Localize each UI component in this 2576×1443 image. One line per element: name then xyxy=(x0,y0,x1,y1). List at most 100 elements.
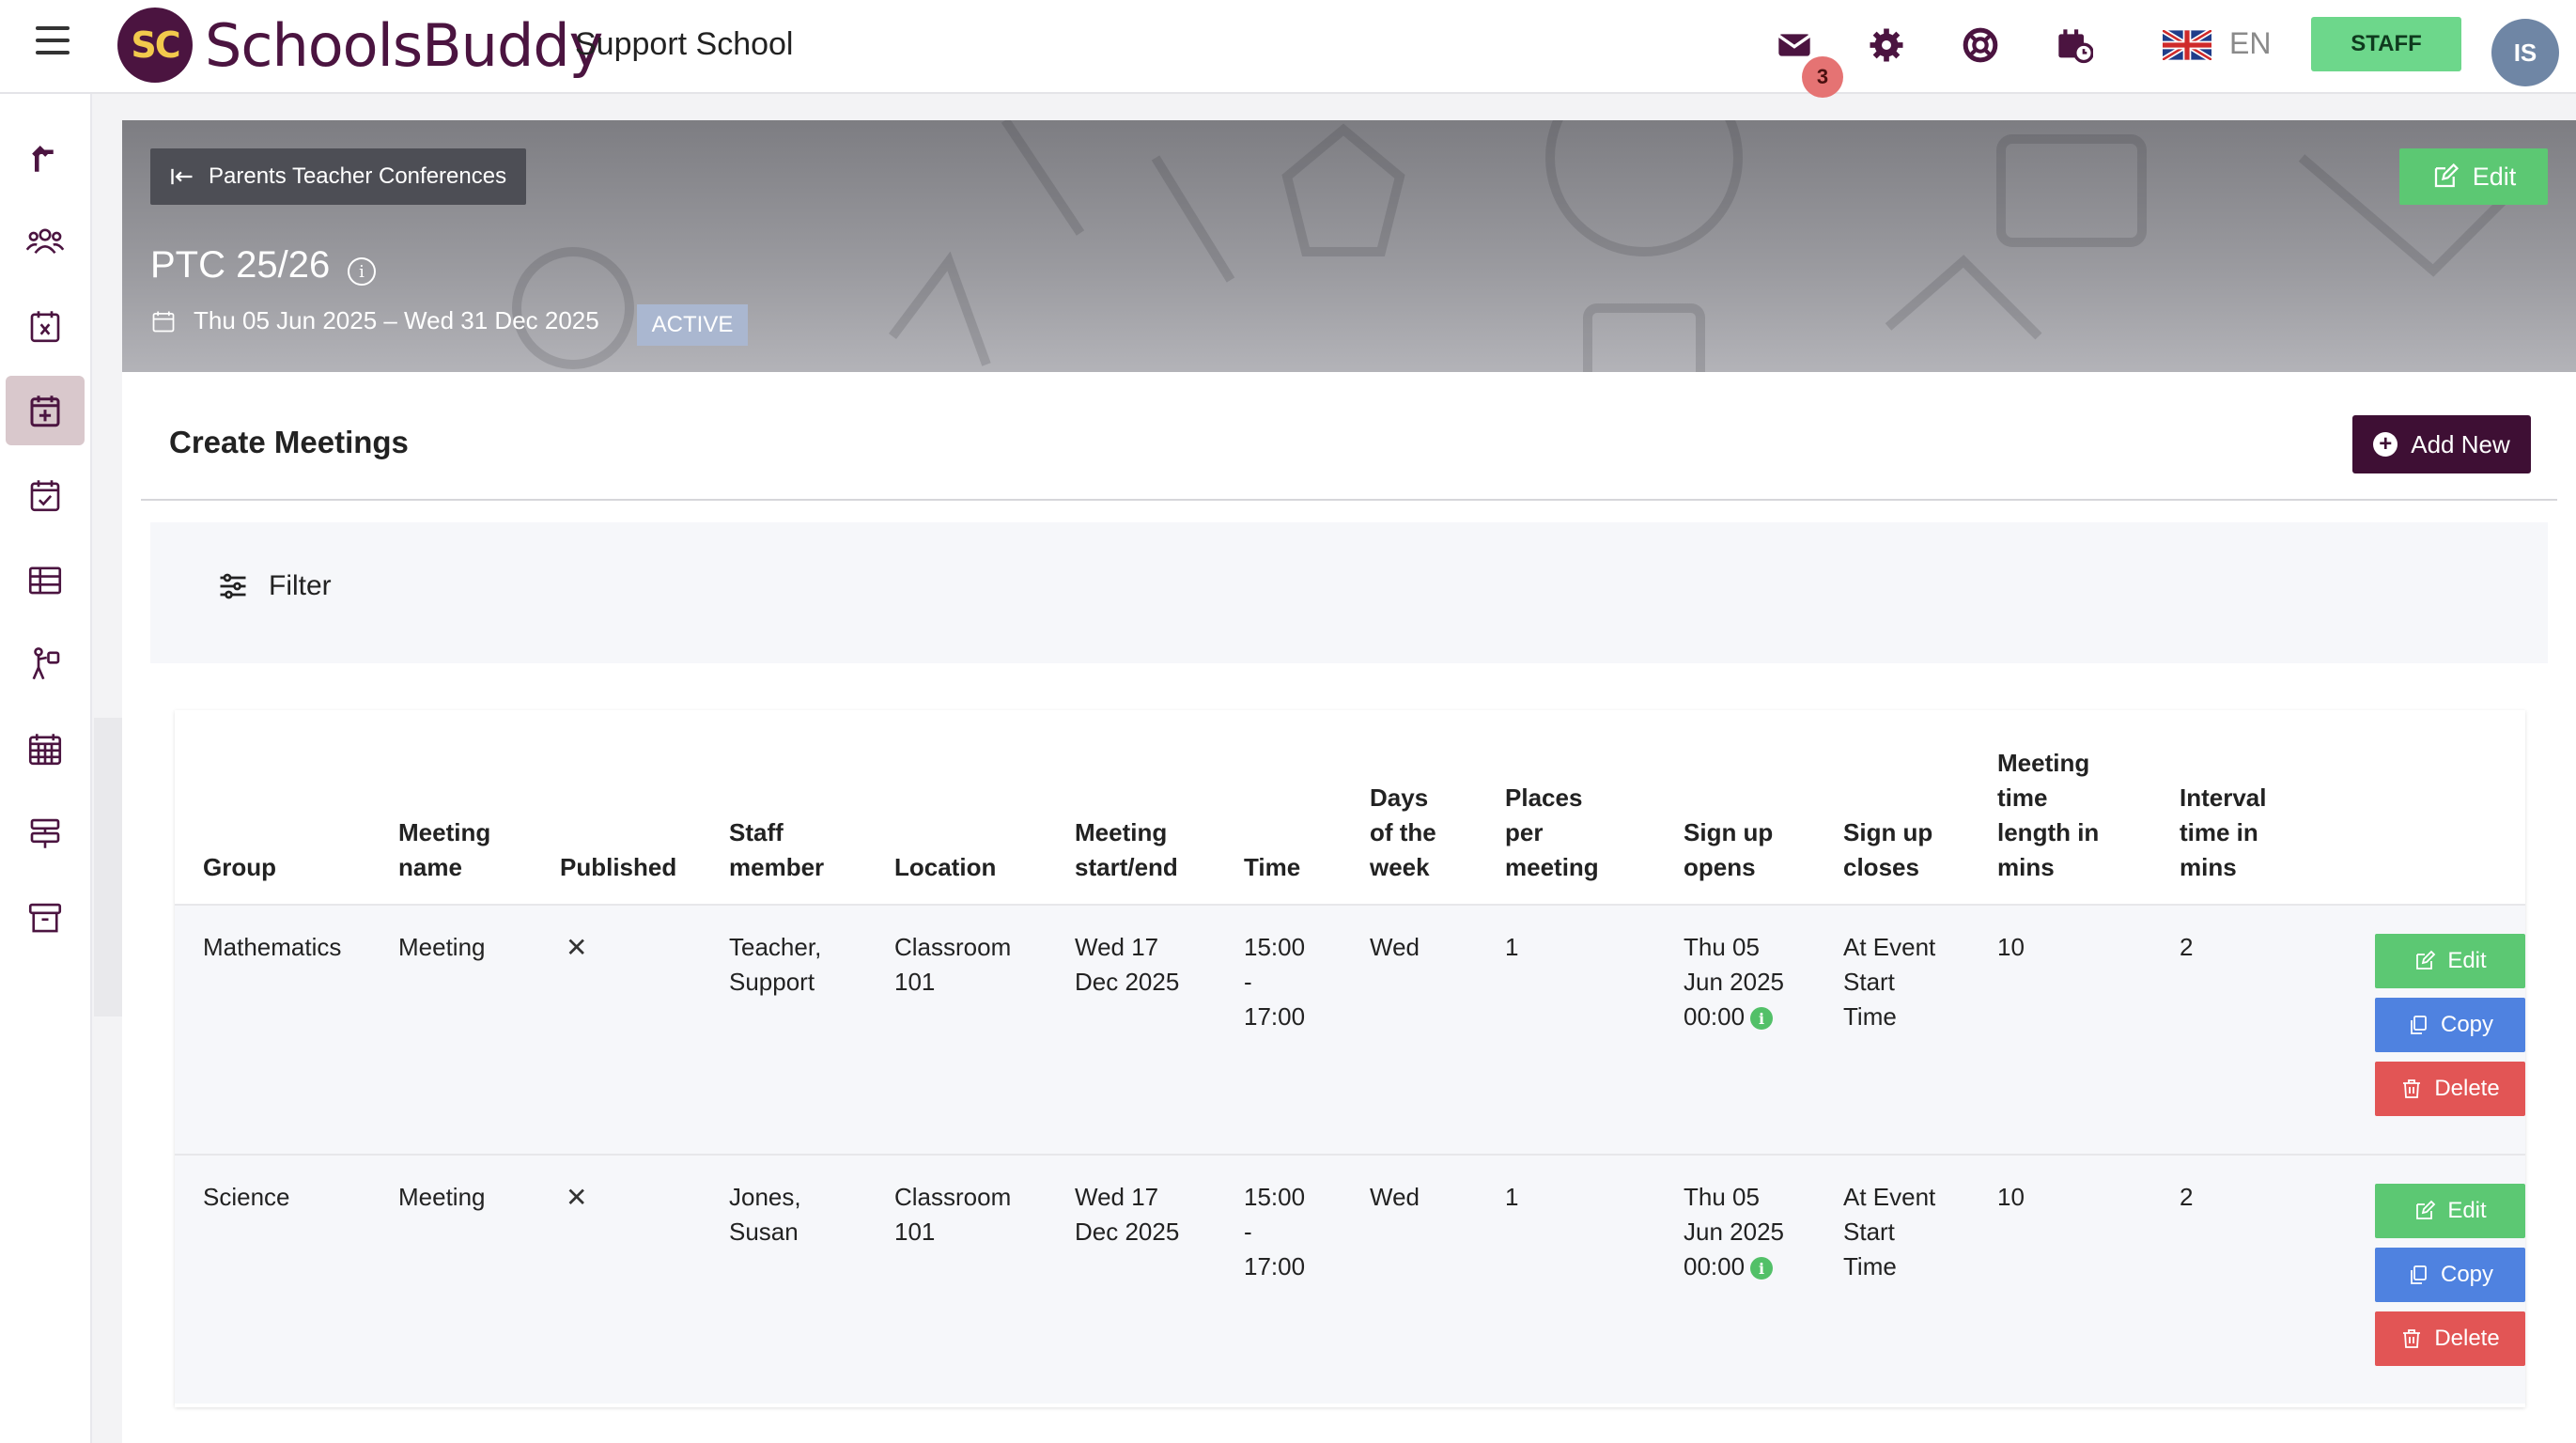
arrow-left-bar-icon xyxy=(171,168,193,185)
not-published-icon: ✕ xyxy=(566,933,588,962)
calendar-check-icon[interactable] xyxy=(6,460,85,530)
cell-days: Wed xyxy=(1370,933,1420,961)
event-dates-text: Thu 05 Jun 2025 – Wed 31 Dec 2025 xyxy=(194,306,599,334)
delete-button[interactable]: Delete xyxy=(2375,1311,2525,1366)
column-header[interactable]: Places per meeting xyxy=(1505,781,1618,885)
calendar-icon xyxy=(152,311,175,332)
table-header: Group Meeting name Published Staff membe… xyxy=(175,710,2525,906)
cell-places: 1 xyxy=(1505,933,1519,961)
delete-button[interactable]: Delete xyxy=(2375,1062,2525,1116)
cell-length: 10 xyxy=(1997,933,2025,961)
activity-icon[interactable] xyxy=(6,629,85,699)
filter-label: Filter xyxy=(269,570,332,601)
mail-count-badge: 3 xyxy=(1802,56,1843,98)
copy-button[interactable]: Copy xyxy=(2375,998,2525,1052)
edit-button[interactable]: Edit xyxy=(2375,934,2525,988)
table-icon[interactable] xyxy=(6,545,85,614)
cell-signup-closes: At Event Start Time xyxy=(1843,1183,1936,1280)
cell-meeting-date: Wed 17 Dec 2025 xyxy=(1075,933,1180,996)
export-icon[interactable] xyxy=(6,122,85,192)
copy-icon xyxy=(2411,1265,2427,1284)
school-name: Support School xyxy=(575,26,794,62)
meetings-table: Group Meeting name Published Staff membe… xyxy=(175,710,2525,1407)
sliders-icon xyxy=(220,573,246,599)
filter-button[interactable]: Filter xyxy=(216,569,332,603)
cell-meeting-name: Meeting xyxy=(398,933,486,961)
cell-interval: 2 xyxy=(2180,933,2194,961)
cell-places: 1 xyxy=(1505,1183,1519,1211)
copy-icon xyxy=(2411,1016,2427,1034)
staff-role-button[interactable]: STAFF xyxy=(2311,17,2461,71)
column-header[interactable]: Meeting start/end xyxy=(1075,815,1197,885)
cell-time: 15:00-17:00 xyxy=(1244,933,1306,1031)
cell-interval: 2 xyxy=(2180,1183,2194,1211)
table-row: Science Meeting ✕ Jones, Susan Classroom 1… xyxy=(175,1156,2525,1404)
signpost-icon[interactable] xyxy=(6,799,85,868)
cell-meeting-name: Meeting xyxy=(398,1183,486,1211)
calendar-x-icon[interactable] xyxy=(6,291,85,361)
archive-icon[interactable] xyxy=(6,883,85,953)
copy-button[interactable]: Copy xyxy=(2375,1248,2525,1302)
column-header[interactable]: Location xyxy=(894,850,1035,885)
filter-area: Filter xyxy=(150,522,2548,663)
lifebuoy-icon[interactable] xyxy=(1962,26,1999,64)
delete-label: Delete xyxy=(2434,1326,2500,1351)
column-header[interactable]: Group xyxy=(203,850,372,885)
info-icon[interactable]: i xyxy=(348,257,376,286)
language-selector[interactable]: EN xyxy=(2229,26,2271,61)
calendar-grid-icon[interactable] xyxy=(6,714,85,784)
cell-staff-member: Jones, Susan xyxy=(729,1183,801,1246)
event-banner: Parents Teacher Conferences PTC 25/26 i … xyxy=(122,120,2576,372)
divider xyxy=(141,499,2557,501)
column-header[interactable]: Interval time in mins xyxy=(2180,781,2283,885)
edit-event-button[interactable]: Edit xyxy=(2399,148,2548,205)
cell-staff-member: Teacher, Support xyxy=(729,933,822,996)
edit-label: Edit xyxy=(2447,948,2487,973)
add-new-button[interactable]: + Add New xyxy=(2352,415,2531,473)
column-header[interactable]: Meeting time length in mins xyxy=(1997,746,2119,885)
table-row: Mathematics Meeting ✕ Teacher, Support Cl… xyxy=(175,906,2525,1154)
info-icon[interactable]: i xyxy=(1750,1007,1774,1031)
cell-location: Classroom 101 xyxy=(894,1183,1012,1246)
column-header[interactable]: Sign up opens xyxy=(1684,815,1787,885)
cell-location: Classroom 101 xyxy=(894,933,1012,996)
brand-logo[interactable]: SC xyxy=(117,8,193,83)
user-avatar[interactable]: IS xyxy=(2491,19,2559,86)
column-header[interactable]: Meeting name xyxy=(398,815,502,885)
menu-icon[interactable] xyxy=(36,26,70,56)
calendar-clock-icon[interactable] xyxy=(2056,26,2094,64)
edit-icon xyxy=(2416,1200,2436,1219)
people-icon[interactable] xyxy=(6,207,85,276)
create-meetings-panel: Create Meetings + Add New Filter Group M… xyxy=(122,372,2576,1443)
gear-icon[interactable] xyxy=(1868,26,1905,64)
event-date-range: Thu 05 Jun 2025 – Wed 31 Dec 2025 xyxy=(150,306,599,335)
status-badge: ACTIVE xyxy=(637,304,748,346)
back-button-label: Parents Teacher Conferences xyxy=(209,163,507,189)
edit-label: Edit xyxy=(2447,1198,2487,1223)
column-header[interactable]: Staff member xyxy=(729,815,832,885)
brand-name[interactable]: SchoolsBuddy xyxy=(205,11,603,80)
trash-icon xyxy=(2403,1079,2421,1098)
sidebar-scrollbar[interactable] xyxy=(94,718,122,1016)
event-title: PTC 25/26 xyxy=(150,244,331,286)
cell-signup-closes: At Event Start Time xyxy=(1843,933,1936,1031)
top-bar: SC SchoolsBuddy Support School 3 EN STAF… xyxy=(0,0,2576,98)
info-icon[interactable]: i xyxy=(1750,1257,1774,1280)
cell-signup-opens: Thu 05 Jun 2025 00:00 i xyxy=(1684,1183,1784,1280)
calendar-plus-icon[interactable] xyxy=(6,376,85,445)
column-header[interactable]: Sign up closes xyxy=(1843,815,1956,885)
edit-event-label: Edit xyxy=(2472,162,2517,191)
section-title: Create Meetings xyxy=(169,425,409,459)
cell-days: Wed xyxy=(1370,1183,1420,1211)
edit-button[interactable]: Edit xyxy=(2375,1184,2525,1238)
column-header[interactable]: Time xyxy=(1244,850,1338,885)
cell-group: Science xyxy=(203,1183,290,1211)
add-new-label: Add New xyxy=(2411,429,2510,458)
sidebar xyxy=(0,94,92,1443)
mail-icon[interactable] xyxy=(1776,26,1813,64)
column-header[interactable]: Published xyxy=(560,850,720,885)
column-header[interactable]: Days of the week xyxy=(1370,781,1454,885)
back-to-conferences-button[interactable]: Parents Teacher Conferences xyxy=(150,148,526,205)
uk-flag-icon[interactable] xyxy=(2161,27,2213,63)
edit-icon xyxy=(2434,163,2459,188)
